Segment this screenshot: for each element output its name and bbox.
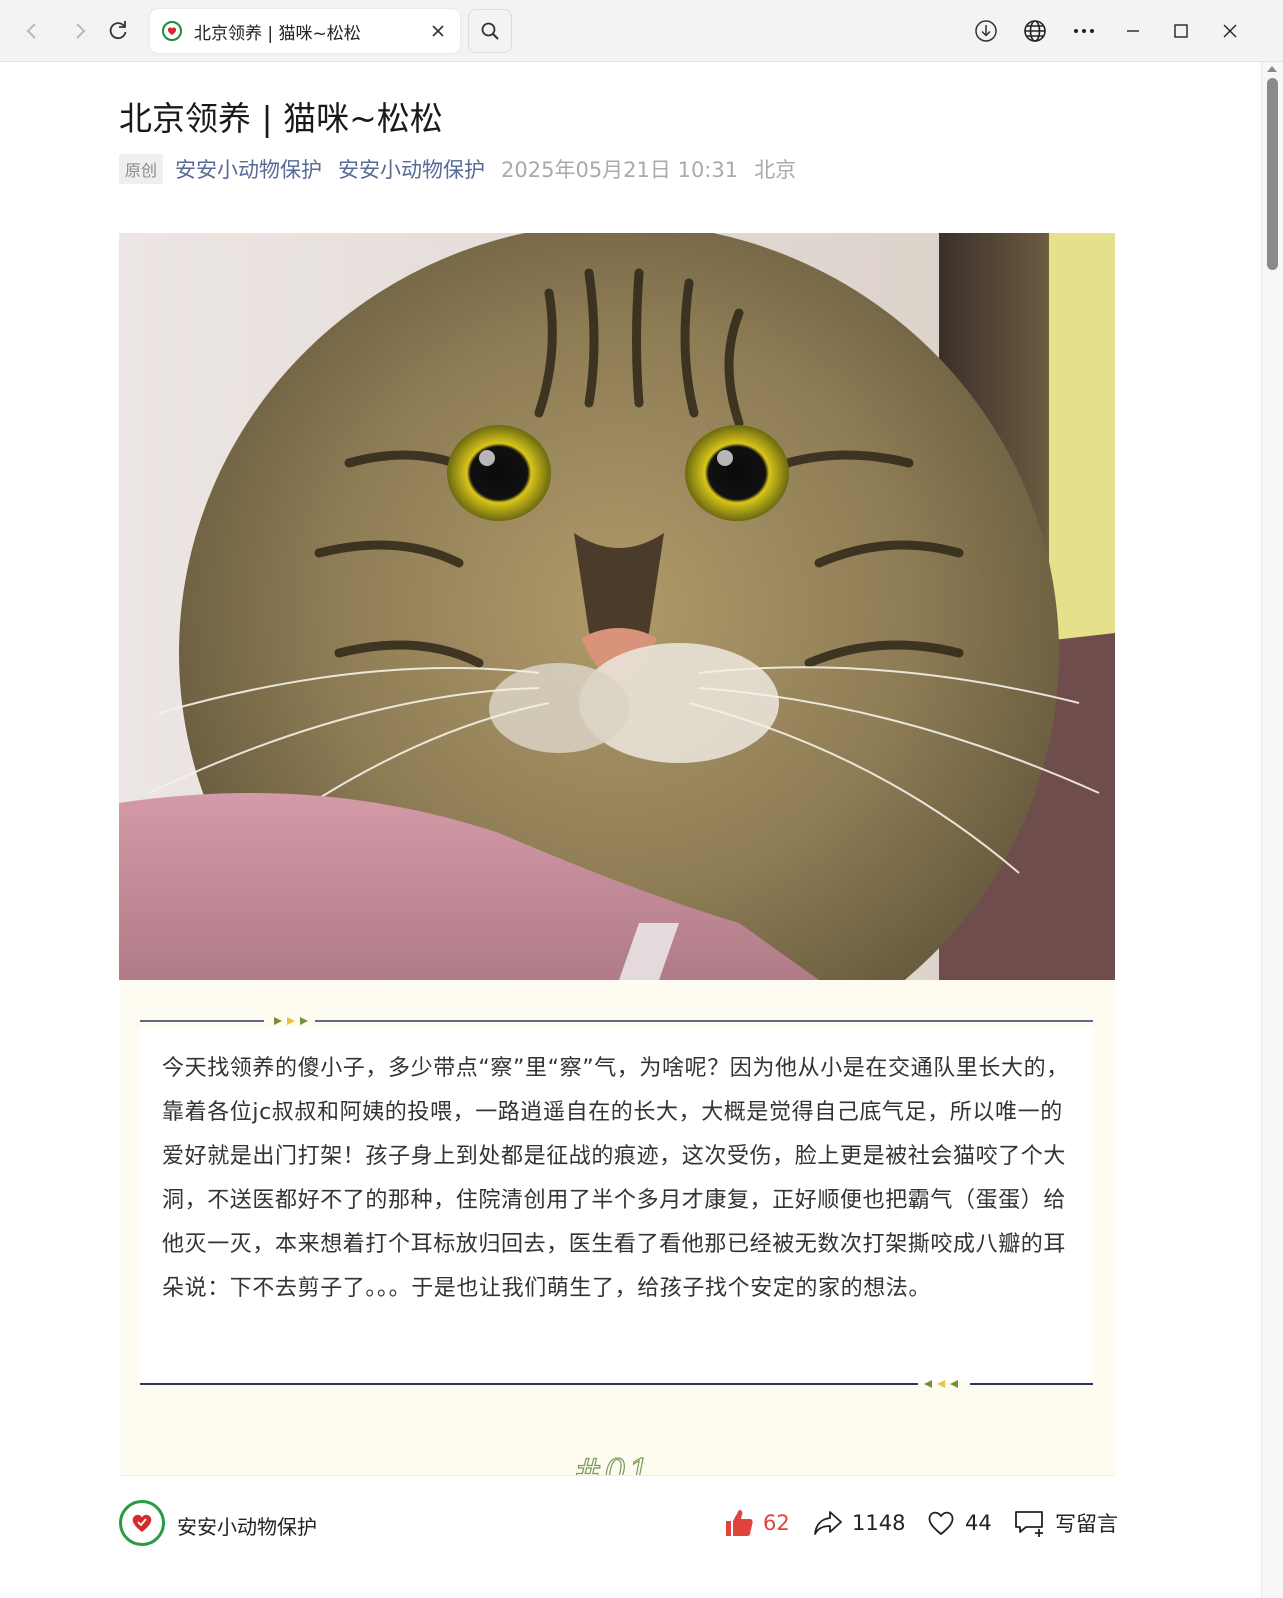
back-button[interactable] <box>14 13 50 49</box>
close-window-button[interactable] <box>1212 13 1248 49</box>
favorite-count: 44 <box>965 1511 992 1535</box>
share-arrow-icon <box>814 1511 842 1535</box>
download-icon <box>975 20 997 42</box>
search-tab-button[interactable] <box>468 9 512 53</box>
account-name[interactable]: 安安小动物保护 <box>177 1511 317 1540</box>
author-link[interactable]: 安安小动物保护 <box>175 154 322 184</box>
close-window-icon <box>1223 24 1237 38</box>
site-favicon-icon <box>162 21 182 41</box>
browser-toolbar: 北京领养 | 猫咪~松松 <box>0 0 1283 62</box>
more-icon <box>1074 29 1094 33</box>
maximize-icon <box>1174 24 1188 38</box>
comment-label: 写留言 <box>1055 1512 1118 1536</box>
share-count: 1148 <box>852 1511 906 1535</box>
forward-icon <box>76 23 86 39</box>
minimize-icon <box>1127 30 1139 32</box>
publish-date: 2025年05月21日 10:31 <box>501 158 739 182</box>
account-link[interactable]: 安安小动物保护 <box>338 154 485 184</box>
publish-location: 北京 <box>754 158 797 182</box>
minimize-button[interactable] <box>1115 13 1151 49</box>
page-scrollbar[interactable] <box>1261 62 1283 1598</box>
favorite-button[interactable]: 44 <box>925 1505 992 1541</box>
search-icon <box>481 22 499 40</box>
more-menu-button[interactable] <box>1066 13 1102 49</box>
tab-title: 北京领养 | 猫咪~松松 <box>194 23 361 44</box>
intro-text-box: 今天找领养的傻小子，多少带点“察”里“察”气，为啥呢？因为他从小是在交通队里长大… <box>140 1027 1093 1382</box>
comment-icon <box>1015 1511 1043 1537</box>
heart-icon <box>928 1511 954 1536</box>
intro-paragraph: 今天找领养的傻小子，多少带点“察”里“察”气，为啥呢？因为他从小是在交通队里长大… <box>162 1056 1069 1301</box>
download-button[interactable] <box>968 13 1004 49</box>
like-button[interactable]: 62 <box>723 1505 790 1541</box>
intro-section: 今天找领养的傻小子，多少带点“察”里“察”气，为啥呢？因为他从小是在交通队里长大… <box>119 980 1115 1493</box>
top-arrow-divider <box>140 1017 1093 1025</box>
forward-button[interactable] <box>62 13 98 49</box>
like-count: 62 <box>763 1511 790 1535</box>
globe-icon <box>1024 20 1046 42</box>
cat-photo <box>119 233 1115 980</box>
article-meta: 原创 安安小动物保护 安安小动物保护 2025年05月21日 10:31 北京 <box>119 154 796 184</box>
scrollbar-thumb[interactable] <box>1267 78 1278 270</box>
scroll-up-arrow-icon[interactable] <box>1267 66 1277 72</box>
refresh-button[interactable] <box>100 13 136 49</box>
account-avatar[interactable] <box>119 1500 165 1546</box>
bottom-arrow-divider <box>140 1380 1093 1388</box>
article-title: 北京领养 | 猫咪~松松 <box>119 99 443 138</box>
thumbs-up-icon <box>726 1510 753 1536</box>
comment-button[interactable]: 写留言 <box>1013 1505 1118 1541</box>
active-tab[interactable]: 北京领养 | 猫咪~松松 <box>150 9 460 53</box>
translate-button[interactable] <box>1017 13 1053 49</box>
tab-close-button[interactable] <box>426 19 450 43</box>
refresh-icon <box>109 21 127 40</box>
maximize-button[interactable] <box>1163 13 1199 49</box>
heart-logo-icon <box>132 1514 152 1532</box>
close-icon <box>432 25 444 37</box>
back-icon <box>26 23 36 39</box>
share-button[interactable]: 1148 <box>812 1505 905 1541</box>
original-badge: 原创 <box>119 154 164 184</box>
bottom-action-bar: 安安小动物保护 62 1148 44 写留言 <box>119 1475 1118 1568</box>
